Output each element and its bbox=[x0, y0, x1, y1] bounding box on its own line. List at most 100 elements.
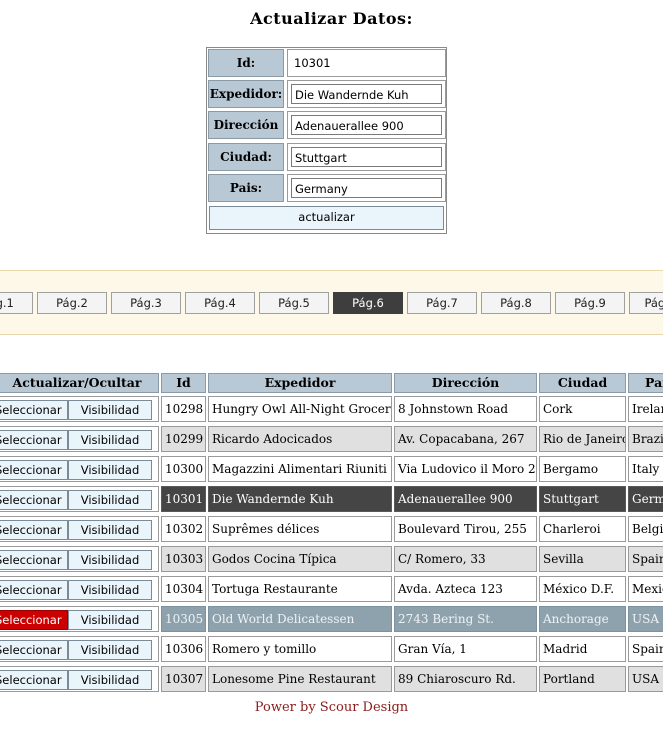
cell-id: 10307 bbox=[161, 666, 206, 692]
visibility-button[interactable]: Visibilidad bbox=[68, 490, 152, 510]
visibility-button[interactable]: Visibilidad bbox=[68, 550, 152, 570]
edit-form: Id: 10301 Expedidor: Die Wandernde Kuh D… bbox=[206, 47, 447, 234]
cell-address: Gran Vía, 1 bbox=[394, 636, 537, 662]
cell-shipper: Godos Cocina Típica bbox=[208, 546, 392, 572]
visibility-button[interactable]: Visibilidad bbox=[68, 580, 152, 600]
cell-address: C/ Romero, 33 bbox=[394, 546, 537, 572]
row-actions-cell: Seleccionar Visibilidad bbox=[0, 636, 159, 662]
cell-address: Adenauerallee 900 bbox=[394, 486, 537, 512]
cell-city: Bergamo bbox=[539, 456, 626, 482]
page-button-10[interactable]: Pág.10 bbox=[629, 292, 663, 314]
cell-country: Italy bbox=[628, 456, 663, 482]
cell-id: 10301 bbox=[161, 486, 206, 512]
cell-shipper: Hungry Owl All-Night Grocers bbox=[208, 396, 392, 422]
header-country: Pais bbox=[628, 373, 663, 393]
page-button-3[interactable]: Pág.3 bbox=[111, 292, 181, 314]
footer-credit: Power by Scour Design bbox=[254, 700, 409, 715]
update-button[interactable]: actualizar bbox=[209, 206, 444, 230]
cell-country: Germany bbox=[628, 486, 663, 512]
field-country-label: Pais: bbox=[208, 174, 284, 202]
select-button[interactable]: Seleccionar bbox=[0, 670, 68, 690]
select-button[interactable]: Seleccionar bbox=[0, 460, 68, 480]
select-button[interactable]: Seleccionar bbox=[0, 610, 68, 630]
cell-country: Spain bbox=[628, 546, 663, 572]
page-button-8[interactable]: Pág.8 bbox=[481, 292, 551, 314]
page-button-6-active[interactable]: Pág.6 bbox=[333, 292, 403, 314]
field-shipper-box: Die Wandernde Kuh bbox=[287, 80, 446, 108]
visibility-button[interactable]: Visibilidad bbox=[68, 430, 152, 450]
cell-city: Madrid bbox=[539, 636, 626, 662]
page-button-9[interactable]: Pág.9 bbox=[555, 292, 625, 314]
select-button[interactable]: Seleccionar bbox=[0, 400, 68, 420]
cell-shipper: Romero y tomillo bbox=[208, 636, 392, 662]
visibility-button[interactable]: Visibilidad bbox=[68, 460, 152, 480]
shipper-input[interactable]: Die Wandernde Kuh bbox=[291, 84, 442, 104]
cell-shipper: Old World Delicatessen bbox=[208, 606, 392, 632]
field-id-box: 10301 bbox=[287, 49, 446, 77]
row-actions-cell: Seleccionar Visibilidad bbox=[0, 486, 159, 512]
cell-address: 2743 Bering St. bbox=[394, 606, 537, 632]
pagination-bar: Pág.1 Pág.2 Pág.3 Pág.4 Pág.5 Pág.6 Pág.… bbox=[0, 270, 663, 335]
cell-country: Brazil bbox=[628, 426, 663, 452]
cell-city: México D.F. bbox=[539, 576, 626, 602]
cell-country: USA bbox=[628, 606, 663, 632]
page-button-2[interactable]: Pág.2 bbox=[37, 292, 107, 314]
address-input[interactable]: Adenauerallee 900 bbox=[291, 115, 442, 135]
cell-country: Spain bbox=[628, 636, 663, 662]
row-actions-cell: Seleccionar Visibilidad bbox=[0, 546, 159, 572]
page-button-5[interactable]: Pág.5 bbox=[259, 292, 329, 314]
cell-city: Portland bbox=[539, 666, 626, 692]
field-address-label: Dirección bbox=[208, 111, 284, 139]
page-button-1[interactable]: Pág.1 bbox=[0, 292, 33, 314]
cell-shipper: Die Wandernde Kuh bbox=[208, 486, 392, 512]
cell-address: Boulevard Tirou, 255 bbox=[394, 516, 537, 542]
visibility-button[interactable]: Visibilidad bbox=[68, 640, 152, 660]
row-actions-cell: Seleccionar Visibilidad bbox=[0, 426, 159, 452]
cell-shipper: Lonesome Pine Restaurant bbox=[208, 666, 392, 692]
visibility-button[interactable]: Visibilidad bbox=[68, 520, 152, 540]
row-actions-cell: Seleccionar Visibilidad bbox=[0, 606, 159, 632]
page-button-7[interactable]: Pág.7 bbox=[407, 292, 477, 314]
select-button[interactable]: Seleccionar bbox=[0, 640, 68, 660]
row-actions-cell: Seleccionar Visibilidad bbox=[0, 396, 159, 422]
select-button[interactable]: Seleccionar bbox=[0, 550, 68, 570]
cell-city: Charleroi bbox=[539, 516, 626, 542]
cell-address: Via Ludovico il Moro 22 bbox=[394, 456, 537, 482]
field-id-label: Id: bbox=[208, 49, 284, 77]
cell-shipper: Tortuga Restaurante bbox=[208, 576, 392, 602]
cell-id: 10302 bbox=[161, 516, 206, 542]
cell-country: Ireland bbox=[628, 396, 663, 422]
select-button[interactable]: Seleccionar bbox=[0, 490, 68, 510]
visibility-button[interactable]: Visibilidad bbox=[68, 670, 152, 690]
header-shipper: Expedidor bbox=[208, 373, 392, 393]
field-city-label: Ciudad: bbox=[208, 143, 284, 171]
select-button[interactable]: Seleccionar bbox=[0, 520, 68, 540]
form-title: Actualizar Datos: bbox=[250, 9, 413, 28]
cell-id: 10300 bbox=[161, 456, 206, 482]
cell-shipper: Suprêmes délices bbox=[208, 516, 392, 542]
header-id: Id bbox=[161, 373, 206, 393]
country-input[interactable]: Germany bbox=[291, 178, 442, 198]
cell-address: 89 Chiaroscuro Rd. bbox=[394, 666, 537, 692]
shipments-table: Actualizar/Ocultar Id Expedidor Direcció… bbox=[0, 373, 663, 695]
cell-country: Belgium bbox=[628, 516, 663, 542]
page-button-4[interactable]: Pág.4 bbox=[185, 292, 255, 314]
cell-city: Sevilla bbox=[539, 546, 626, 572]
cell-address: 8 Johnstown Road bbox=[394, 396, 537, 422]
header-address: Dirección bbox=[394, 373, 537, 393]
select-button[interactable]: Seleccionar bbox=[0, 430, 68, 450]
field-country-box: Germany bbox=[287, 174, 446, 202]
cell-country: Mexico bbox=[628, 576, 663, 602]
row-actions-cell: Seleccionar Visibilidad bbox=[0, 576, 159, 602]
cell-shipper: Magazzini Alimentari Riuniti bbox=[208, 456, 392, 482]
cell-address: Av. Copacabana, 267 bbox=[394, 426, 537, 452]
cell-city: Rio de Janeiro bbox=[539, 426, 626, 452]
select-button[interactable]: Seleccionar bbox=[0, 580, 68, 600]
visibility-button[interactable]: Visibilidad bbox=[68, 610, 152, 630]
field-id-value: 10301 bbox=[291, 53, 442, 73]
cell-country: USA bbox=[628, 666, 663, 692]
visibility-button[interactable]: Visibilidad bbox=[68, 400, 152, 420]
cell-id: 10303 bbox=[161, 546, 206, 572]
cell-city: Cork bbox=[539, 396, 626, 422]
city-input[interactable]: Stuttgart bbox=[291, 147, 442, 167]
